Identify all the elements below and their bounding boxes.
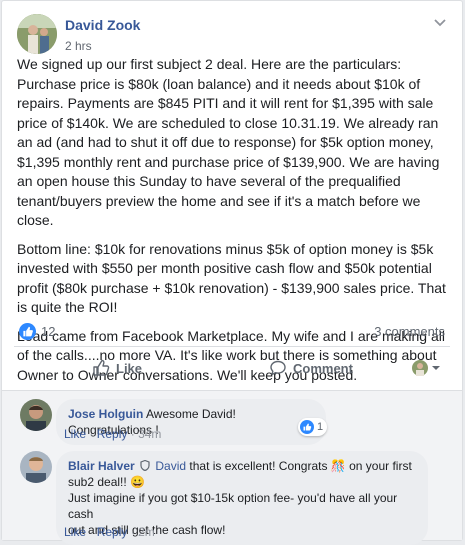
reaction-count: 1 bbox=[317, 421, 324, 433]
comment-meta: Like · Reply · 2m bbox=[64, 525, 155, 539]
comment-reaction[interactable]: 1 bbox=[298, 418, 328, 436]
like-reaction-icon bbox=[300, 420, 314, 434]
like-button-label: Like bbox=[116, 360, 143, 376]
post-header: David Zook 2 hrs bbox=[17, 14, 452, 56]
post-actions: Like Comment bbox=[14, 352, 450, 384]
author-avatar[interactable] bbox=[17, 14, 57, 54]
post-timestamp[interactable]: 2 hrs bbox=[65, 39, 92, 53]
comment-button-label: Comment bbox=[293, 360, 353, 376]
divider bbox=[14, 346, 450, 347]
separator-dot: · bbox=[89, 525, 97, 539]
comments-section: Jose Holguin Awesome David! Congratulati… bbox=[2, 390, 462, 545]
separator-dot: · bbox=[130, 525, 139, 539]
commenter-name[interactable]: Jose Holguin bbox=[68, 407, 143, 421]
comment-meta: Like · Reply · 34m bbox=[64, 427, 161, 441]
thumbs-up-icon bbox=[93, 359, 110, 376]
caret-down-icon bbox=[432, 366, 440, 370]
comment-time[interactable]: 2m bbox=[138, 525, 155, 539]
separator-dot: · bbox=[130, 427, 139, 441]
post-stats: 12 3 comments bbox=[17, 322, 447, 342]
comment-reply-link[interactable]: Reply bbox=[97, 427, 128, 441]
comment-line: Blair Halver David that is excellent! Co… bbox=[68, 458, 416, 474]
like-button[interactable]: Like bbox=[92, 352, 142, 384]
like-count[interactable]: 12 bbox=[41, 324, 55, 339]
comment-like-link[interactable]: Like bbox=[64, 525, 86, 539]
comment-reply-link[interactable]: Reply bbox=[97, 525, 128, 539]
comment-button[interactable]: Comment bbox=[269, 352, 353, 384]
comment-like-link[interactable]: Like bbox=[64, 427, 86, 441]
share-audience-selector[interactable] bbox=[412, 352, 447, 384]
commenter-name[interactable]: Blair Halver bbox=[68, 459, 135, 473]
comment-text: that is excellent! Congrats 🎊 on your fi… bbox=[186, 459, 412, 473]
comment-line: Just imagine if you got $10-15k option f… bbox=[68, 491, 398, 521]
separator-dot: · bbox=[89, 427, 97, 441]
post-paragraph: Bottom line: $10k for renovations minus … bbox=[17, 240, 446, 316]
comment-line: sub2 deal!! 😀 bbox=[68, 475, 145, 489]
commenter-avatar[interactable] bbox=[20, 451, 52, 483]
profile-picture-icon bbox=[412, 360, 428, 376]
shield-icon bbox=[140, 459, 150, 472]
comment-icon bbox=[270, 360, 286, 376]
post-body: We signed up our first subject 2 deal. H… bbox=[17, 55, 449, 394]
post-card: David Zook 2 hrs We signed up our first … bbox=[1, 0, 463, 545]
chevron-down-icon[interactable] bbox=[432, 14, 448, 30]
post-paragraph: We signed up our first subject 2 deal. H… bbox=[17, 56, 440, 228]
commenter-avatar[interactable] bbox=[20, 399, 52, 431]
comment-time[interactable]: 34m bbox=[138, 427, 161, 441]
comments-count[interactable]: 3 comments bbox=[374, 324, 445, 339]
like-reaction-icon[interactable] bbox=[19, 323, 36, 340]
author-name[interactable]: David Zook bbox=[65, 17, 140, 33]
comment-mention[interactable]: David bbox=[155, 459, 186, 473]
